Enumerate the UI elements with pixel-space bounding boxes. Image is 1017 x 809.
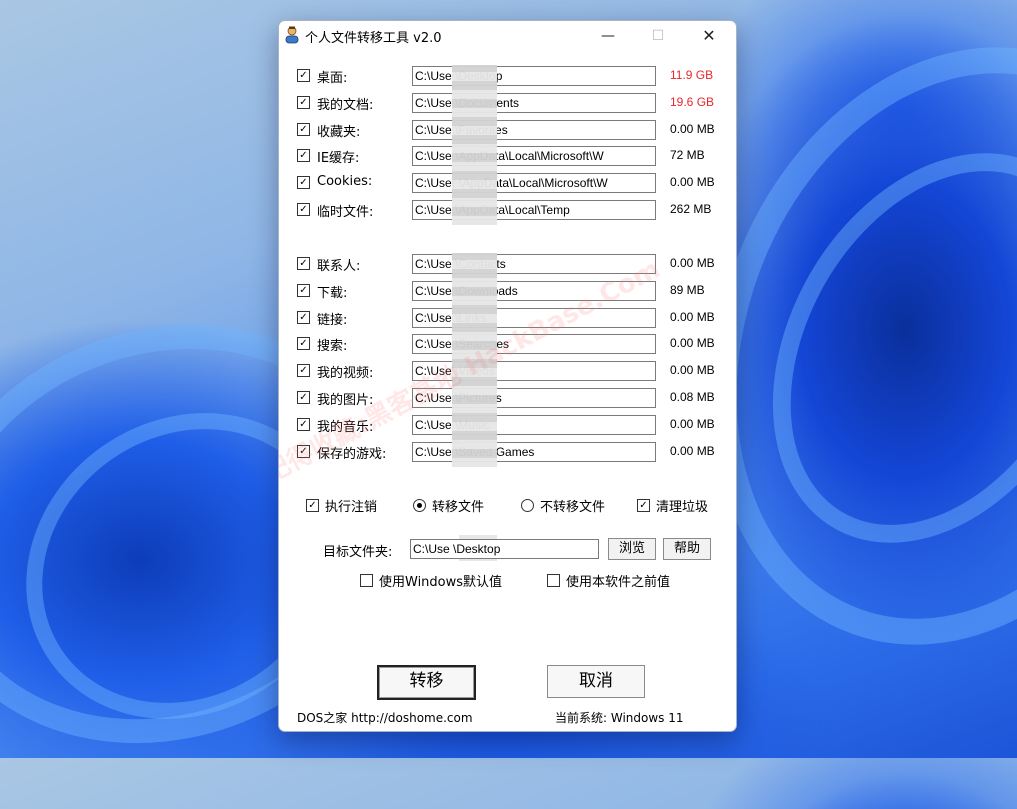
previous-value-checkbox[interactable] bbox=[547, 574, 560, 587]
folder-path-input[interactable]: C:\Use \AppData\Local\Microsoft\W bbox=[412, 146, 656, 167]
window-title: 个人文件转移工具 v2.0 bbox=[305, 31, 442, 46]
folder-label: 我的图片: bbox=[317, 393, 374, 408]
folder-checkbox[interactable]: ✓ bbox=[297, 203, 310, 216]
folder-size: 0.00 MB bbox=[670, 175, 715, 190]
logoff-checkbox[interactable]: ✓ bbox=[306, 499, 319, 512]
folder-checkbox[interactable]: ✓ bbox=[297, 176, 310, 190]
folder-checkbox[interactable]: ✓ bbox=[297, 257, 310, 270]
folder-checkbox[interactable]: ✓ bbox=[297, 444, 310, 458]
windows-default-checkbox[interactable] bbox=[360, 574, 373, 587]
folder-checkbox[interactable]: ✓ bbox=[297, 417, 310, 431]
folder-path-input[interactable]: C:\Use \Favorites bbox=[412, 119, 656, 140]
move-files-radio[interactable] bbox=[413, 499, 426, 512]
previous-value-label: 使用本软件之前值 bbox=[566, 575, 671, 590]
move-files-label: 转移文件 bbox=[432, 500, 485, 515]
folder-size: 0.00 MB bbox=[670, 336, 715, 351]
target-folder-input[interactable]: C:\Use \Desktop bbox=[410, 539, 599, 559]
folder-label: IE缓存: bbox=[317, 151, 360, 167]
redaction-mosaic bbox=[452, 253, 497, 467]
clean-junk-checkbox[interactable]: ✓ bbox=[637, 499, 650, 512]
folder-path-input[interactable]: C:\Use \Links bbox=[412, 307, 656, 328]
folder-path-input[interactable]: C:\Use \Documents bbox=[412, 92, 656, 113]
folder-path-input[interactable]: C:\Use \Searches bbox=[412, 334, 656, 355]
folder-label: 临时文件: bbox=[317, 205, 374, 220]
folder-path-input[interactable]: C:\Use \Pictures bbox=[412, 388, 656, 408]
folder-checkbox[interactable]: ✓ bbox=[297, 122, 310, 136]
folder-label: 我的文档: bbox=[317, 97, 374, 113]
folder-size: 0.08 MB bbox=[670, 390, 715, 404]
user-icon bbox=[285, 26, 299, 44]
folder-label: 联系人: bbox=[317, 259, 361, 274]
minimize-button[interactable]: — bbox=[583, 21, 633, 51]
folder-path-input[interactable]: C:\Use \Contacts bbox=[412, 254, 656, 274]
folder-size: 19.6 GB bbox=[670, 94, 715, 109]
folder-size: 0.00 MB bbox=[670, 416, 715, 431]
folder-checkbox[interactable]: ✓ bbox=[297, 69, 310, 82]
app-window: 个人文件转移工具 v2.0 — ☐ ✕ ✓ 桌面: C:\Use \Desktop 1… bbox=[278, 20, 737, 732]
folder-size: 89 MB bbox=[670, 282, 705, 297]
folder-size: 0.00 MB bbox=[670, 443, 715, 458]
folder-label: 我的音乐: bbox=[317, 419, 374, 435]
transfer-button[interactable]: 转移 bbox=[377, 665, 476, 700]
folder-checkbox[interactable]: ✓ bbox=[297, 95, 310, 109]
folder-label: Cookies: bbox=[317, 174, 373, 190]
folder-checkbox[interactable]: ✓ bbox=[297, 149, 310, 163]
folder-size: 0.00 MB bbox=[670, 309, 715, 324]
target-folder-label: 目标文件夹: bbox=[323, 545, 393, 560]
folder-checkbox[interactable]: ✓ bbox=[297, 283, 310, 297]
folder-label: 保存的游戏: bbox=[317, 446, 387, 462]
logoff-label: 执行注销 bbox=[325, 500, 378, 515]
folder-label: 收藏夹: bbox=[317, 124, 361, 140]
folder-path-input[interactable]: C:\Use \AppData\Local\Temp bbox=[412, 200, 656, 220]
close-button[interactable]: ✕ bbox=[684, 21, 734, 51]
folder-path-input[interactable]: C:\Use \Music bbox=[412, 414, 656, 435]
cancel-button[interactable]: 取消 bbox=[547, 665, 645, 698]
help-button[interactable]: 帮助 bbox=[663, 538, 711, 560]
folder-path-input[interactable]: C:\Use \Videos bbox=[412, 361, 656, 382]
folder-size: 11.9 GB bbox=[670, 68, 714, 82]
folder-label: 我的视频: bbox=[317, 366, 374, 382]
folder-path-input[interactable]: C:\Use \Downloads bbox=[412, 280, 656, 301]
folder-checkbox[interactable]: ✓ bbox=[297, 310, 310, 324]
footer-system: 当前系统: Windows 11 bbox=[555, 711, 684, 725]
folder-checkbox[interactable]: ✓ bbox=[297, 391, 310, 404]
title-bar[interactable]: 个人文件转移工具 v2.0 — ☐ ✕ bbox=[279, 21, 736, 51]
clean-junk-label: 清理垃圾 bbox=[656, 500, 709, 515]
no-move-files-label: 不转移文件 bbox=[540, 500, 606, 515]
folder-checkbox[interactable]: ✓ bbox=[297, 337, 310, 351]
folder-size: 262 MB bbox=[670, 202, 712, 216]
folder-size: 72 MB bbox=[670, 148, 705, 163]
folder-checkbox[interactable]: ✓ bbox=[297, 364, 310, 378]
folder-label: 下载: bbox=[317, 285, 348, 301]
no-move-files-radio[interactable] bbox=[521, 499, 534, 512]
folder-path-input[interactable]: C:\Use \Saved Games bbox=[412, 441, 656, 462]
folder-size: 0.00 MB bbox=[670, 363, 715, 378]
folder-label: 搜索: bbox=[317, 339, 348, 355]
folder-label: 桌面: bbox=[317, 71, 348, 86]
folder-path-input[interactable]: C:\Use \Desktop bbox=[412, 66, 656, 86]
windows-default-label: 使用Windows默认值 bbox=[379, 575, 503, 590]
folder-size: 0.00 MB bbox=[670, 256, 715, 270]
folder-path-input[interactable]: C:\User \AppData\Local\Microsoft\W bbox=[412, 173, 656, 194]
maximize-button[interactable]: ☐ bbox=[633, 21, 683, 51]
browse-button[interactable]: 浏览 bbox=[608, 538, 656, 560]
redaction-mosaic bbox=[452, 65, 497, 225]
folder-size: 0.00 MB bbox=[670, 121, 715, 136]
folder-label: 链接: bbox=[317, 312, 348, 328]
wallpaper-swirl bbox=[705, 93, 1017, 603]
footer-site: DOS之家 http://doshome.com bbox=[297, 711, 473, 725]
